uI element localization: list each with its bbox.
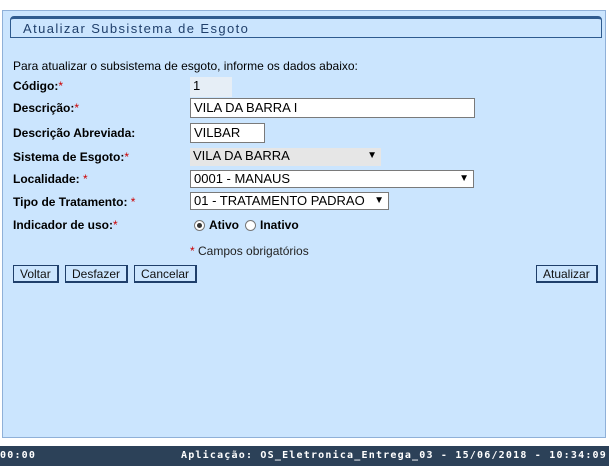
required-marker: * bbox=[130, 195, 136, 209]
chevron-down-icon: ▼ bbox=[367, 150, 377, 161]
chevron-down-icon: ▼ bbox=[374, 195, 384, 206]
ativo-radio[interactable] bbox=[194, 219, 205, 231]
descricao-abreviada-label: Descrição Abreviada: bbox=[13, 126, 136, 140]
codigo-label: Código:* bbox=[13, 79, 63, 93]
required-marker: * bbox=[113, 218, 118, 232]
status-application-info: Aplicação: OS_Eletronica_Entrega_03 - 15… bbox=[180, 450, 607, 461]
status-time: 00:00 bbox=[0, 450, 37, 461]
inativo-label: Inativo bbox=[260, 218, 299, 232]
tipo-tratamento-select[interactable]: 01 - TRATAMENTO PADRAO ▼ bbox=[190, 192, 389, 210]
indicador-uso-label: Indicador de uso:* bbox=[13, 218, 118, 232]
sistema-esgoto-label: Sistema de Esgoto:* bbox=[13, 150, 130, 164]
required-note: * Campos obrigatórios bbox=[190, 244, 309, 258]
localidade-label: Localidade: * bbox=[13, 172, 88, 186]
indicador-uso-radio-group: Ativo Inativo bbox=[194, 218, 305, 232]
tipo-tratamento-label: Tipo de Tratamento: * bbox=[13, 195, 136, 209]
descricao-input[interactable]: VILA DA BARRA I bbox=[190, 98, 475, 118]
required-marker: * bbox=[74, 101, 80, 115]
voltar-button[interactable]: Voltar bbox=[13, 265, 59, 283]
desfazer-button[interactable]: Desfazer bbox=[65, 265, 129, 283]
atualizar-button[interactable]: Atualizar bbox=[536, 265, 598, 283]
required-marker: * bbox=[83, 172, 88, 186]
descricao-label: Descrição:* bbox=[13, 101, 80, 115]
sistema-esgoto-select[interactable]: VILA DA BARRA ▼ bbox=[190, 148, 381, 166]
ativo-label: Ativo bbox=[209, 218, 239, 232]
required-marker: * bbox=[58, 79, 63, 93]
page-title: Atualizar Subsistema de Esgoto bbox=[23, 21, 250, 36]
descricao-abreviada-input[interactable]: VILBAR bbox=[190, 123, 265, 143]
required-marker: * bbox=[124, 150, 130, 164]
codigo-field: 1 bbox=[190, 77, 232, 97]
chevron-down-icon: ▼ bbox=[459, 173, 469, 184]
status-bar: 00:00 Aplicação: OS_Eletronica_Entrega_0… bbox=[0, 446, 609, 466]
cancelar-button[interactable]: Cancelar bbox=[134, 265, 198, 283]
intro-text: Para atualizar o subsistema de esgoto, i… bbox=[13, 59, 358, 73]
localidade-select[interactable]: 0001 - MANAUS ▼ bbox=[190, 170, 474, 188]
inativo-radio[interactable] bbox=[245, 219, 256, 231]
form-title-bar: Atualizar Subsistema de Esgoto bbox=[10, 16, 602, 38]
